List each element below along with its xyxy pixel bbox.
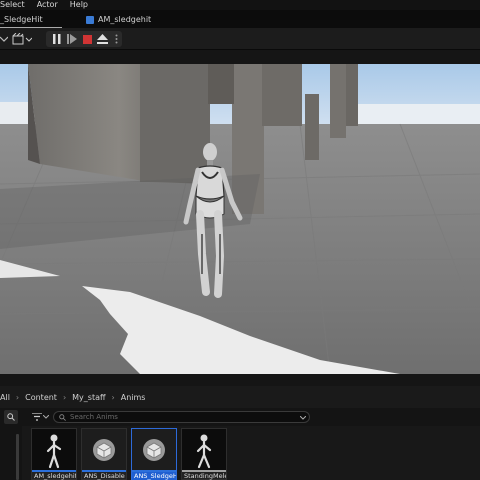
- asset-tile-standingmelee[interactable]: StandingMelee: [181, 428, 227, 480]
- asset-tile-am-sledgehit[interactable]: AM_sledgehit: [31, 428, 77, 480]
- tab-label: AM_sledgehit: [98, 15, 152, 24]
- search-icon: [7, 413, 15, 421]
- stop-icon[interactable]: [82, 32, 92, 46]
- animation-thumbnail: [182, 429, 226, 471]
- asset-tab-bar: _SledgeHit AM_sledgehit: [0, 10, 480, 28]
- filter-icon: [32, 413, 42, 421]
- eject-icon[interactable]: [96, 32, 108, 46]
- pause-icon[interactable]: [52, 32, 62, 46]
- search-icon: [59, 413, 66, 421]
- menu-actor[interactable]: Actor: [33, 0, 66, 10]
- chevron-down-icon: [300, 416, 306, 420]
- chevron-down-icon: [43, 415, 49, 419]
- chevron-right-icon: ›: [62, 392, 67, 402]
- cube-icon: [93, 439, 115, 461]
- tab-label: _SledgeHit: [0, 15, 43, 24]
- search-placeholder: Search Anims: [70, 413, 118, 421]
- viewport-toolbar: [0, 28, 480, 50]
- notify-thumbnail: [132, 429, 176, 471]
- notify-thumbnail: [82, 429, 126, 471]
- sources-panel-edge: [0, 426, 22, 480]
- skip-frame-icon[interactable]: [67, 32, 77, 46]
- cinematics-button[interactable]: [12, 32, 32, 46]
- asset-label: AM_sledgehit: [34, 472, 76, 480]
- mode-dropdown-icon[interactable]: [0, 32, 8, 46]
- animation-thumbnail: [32, 429, 76, 471]
- filter-button[interactable]: [32, 412, 50, 422]
- breadcrumb-content[interactable]: Content: [25, 393, 57, 402]
- asset-tile-ans-sledgehit[interactable]: ANS_SledgeHit: [131, 428, 177, 480]
- asset-tile-ans-disable[interactable]: ANS_Disable: [81, 428, 127, 480]
- menu-help[interactable]: Help: [66, 0, 96, 10]
- viewport-header-gap: [0, 50, 480, 64]
- menu-select[interactable]: Select: [0, 0, 33, 10]
- breadcrumb-all[interactable]: All: [0, 393, 10, 402]
- viewport-footer-gap: [0, 374, 480, 386]
- level-viewport[interactable]: [0, 64, 480, 374]
- asset-label: ANS_SledgeHit: [132, 472, 176, 480]
- menu-bar: Select Actor Help: [0, 0, 480, 10]
- tab-am-sledgehit[interactable]: AM_sledgehit: [86, 13, 151, 26]
- breadcrumb: All › Content › My_staff › Anims: [0, 386, 480, 408]
- chevron-right-icon: ›: [111, 392, 115, 402]
- content-browser-filter-bar: Search Anims: [0, 408, 480, 426]
- breadcrumb-my-staff[interactable]: My_staff: [72, 393, 105, 402]
- more-options-icon[interactable]: [113, 32, 119, 46]
- scrollbar[interactable]: [16, 434, 19, 480]
- asset-label: ANS_Disable: [84, 472, 125, 480]
- scene-render: [0, 64, 480, 374]
- asset-label: StandingMelee: [184, 472, 226, 480]
- chevron-right-icon: ›: [15, 392, 20, 402]
- search-input[interactable]: Search Anims: [53, 411, 310, 423]
- tab-sledgehit[interactable]: _SledgeHit: [0, 13, 43, 26]
- search-toggle-button[interactable]: [4, 410, 18, 424]
- breadcrumb-anims[interactable]: Anims: [121, 393, 146, 402]
- cube-icon: [143, 439, 165, 461]
- asset-grid: AM_sledgehit ANS_Disable ANS_SledgeHit S…: [0, 426, 480, 480]
- anim-montage-icon: [86, 15, 94, 24]
